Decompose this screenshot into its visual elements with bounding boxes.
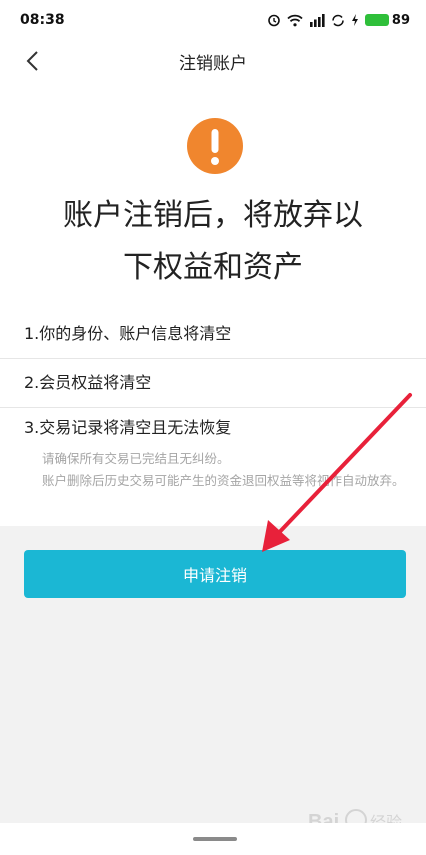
- status-bar: 08:38 89: [0, 0, 426, 40]
- headline-line-2: 下权益和资产: [123, 250, 303, 285]
- battery-level: 89: [391, 12, 410, 28]
- nav-bar: 注销账户: [0, 40, 426, 82]
- wifi-icon: [287, 14, 303, 26]
- list-item-title: 1.你的身份、账户信息将清空: [24, 324, 232, 343]
- exclamation-icon: [187, 118, 243, 174]
- charging-icon: [351, 14, 358, 26]
- home-bar: [0, 823, 426, 855]
- warning-headline: 账户注销后，将放弃以 下权益和资产: [30, 190, 396, 294]
- apply-cancel-account-button[interactable]: 申请注销: [24, 550, 406, 598]
- signal-icon: [309, 13, 325, 27]
- list-item: 2.会员权益将清空: [0, 359, 426, 408]
- consequence-list: 1.你的身份、账户信息将清空 2.会员权益将清空 3.交易记录将清空且无法恢复 …: [0, 310, 426, 492]
- list-item-title: 3.交易记录将清空且无法恢复: [24, 418, 232, 437]
- list-item: 1.你的身份、账户信息将清空: [0, 310, 426, 359]
- battery-indicator: 89: [364, 12, 410, 28]
- list-item-title: 2.会员权益将清空: [24, 373, 152, 392]
- list-item-note: 账户删除后历史交易可能产生的资金退回权益等将视作自动放弃。: [42, 473, 405, 488]
- status-icons: 89: [267, 13, 410, 28]
- content-panel: 账户注销后，将放弃以 下权益和资产 1.你的身份、账户信息将清空 2.会员权益将…: [0, 82, 426, 526]
- back-button[interactable]: [16, 44, 48, 78]
- list-item-note: 请确保所有交易已完结且无纠纷。: [42, 451, 230, 466]
- chevron-left-icon: [26, 51, 38, 71]
- alarm-icon: [268, 14, 280, 27]
- headline-line-1: 账户注销后，将放弃以: [63, 198, 363, 233]
- sync-icon: [332, 14, 344, 26]
- page-title: 注销账户: [179, 53, 247, 74]
- list-item: 3.交易记录将清空且无法恢复 请确保所有交易已完结且无纠纷。 账户删除后历史交易…: [0, 408, 426, 492]
- status-time: 08:38: [20, 12, 65, 28]
- battery-icon: [364, 14, 389, 26]
- home-indicator[interactable]: [193, 837, 237, 841]
